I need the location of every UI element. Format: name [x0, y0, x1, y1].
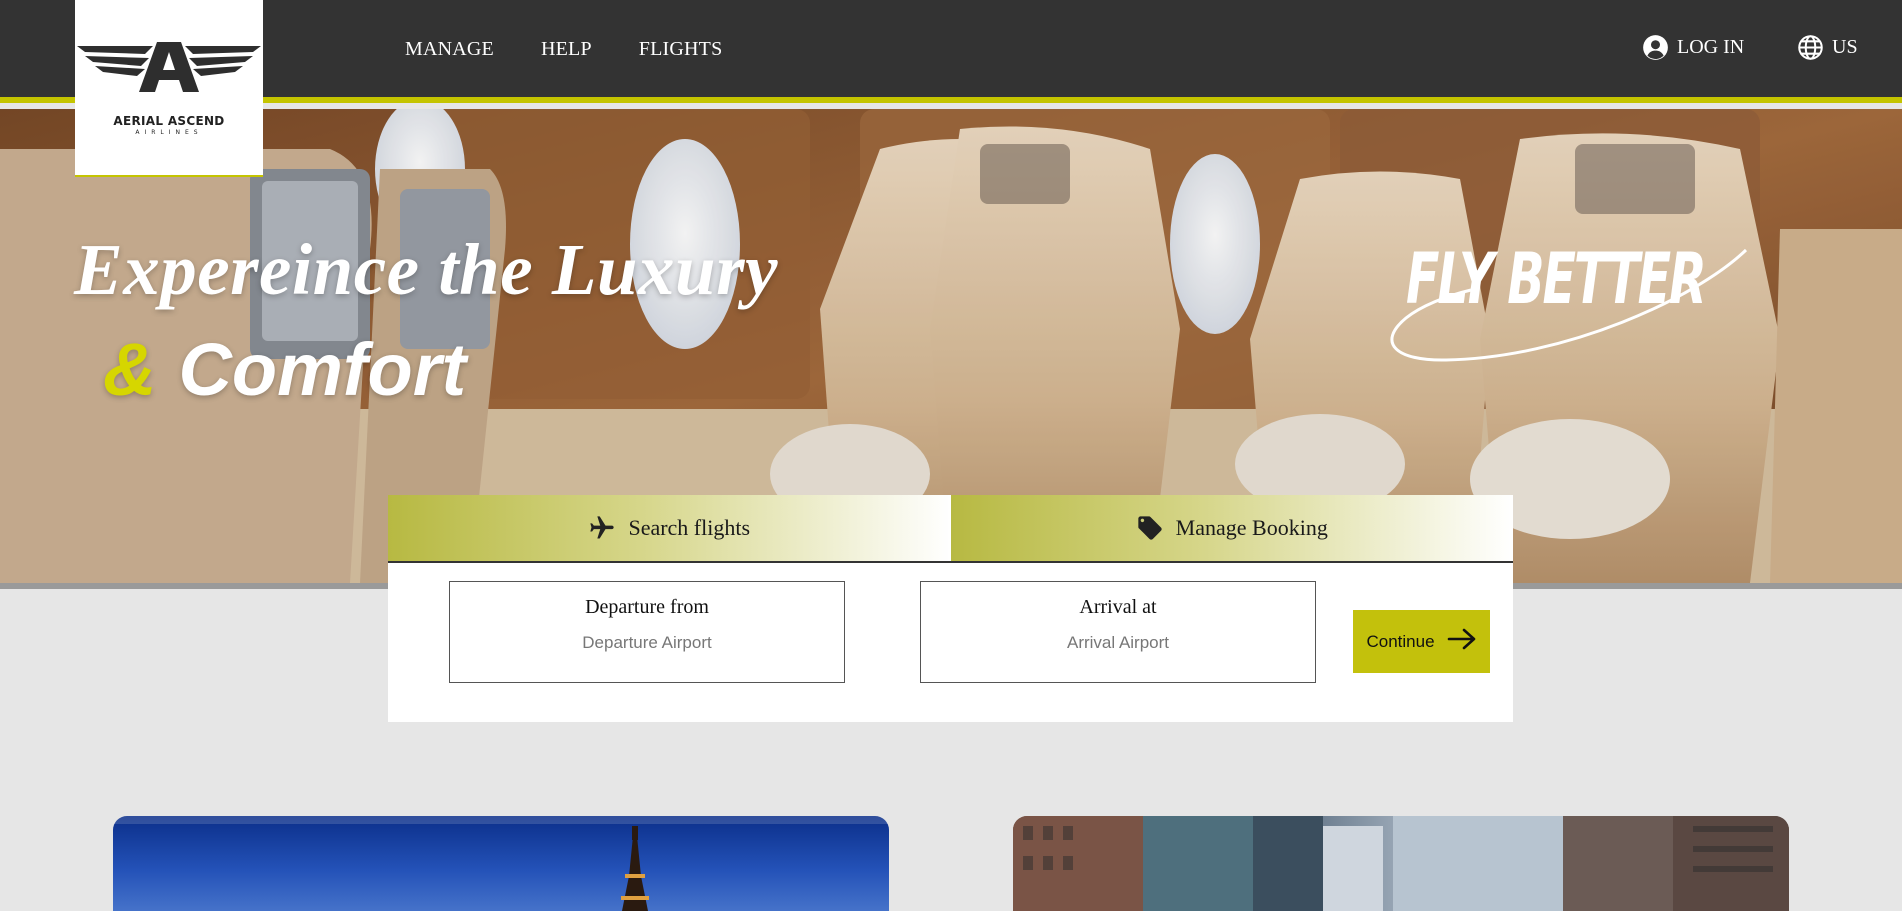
- logo-wordmark: AERIAL ASCEND: [113, 114, 225, 128]
- arrival-field[interactable]: Arrival at Arrival Airport: [920, 581, 1316, 683]
- nav-link-help[interactable]: HELP: [541, 38, 592, 61]
- continue-button[interactable]: Continue: [1353, 610, 1490, 673]
- fly-better-tagline: FLY BETTER: [1376, 238, 1756, 373]
- logo-subtitle: AIRLINES: [135, 129, 203, 136]
- hero-headline: Expereince the Luxury: [74, 229, 778, 310]
- eiffel-tower-image: [113, 816, 889, 911]
- ampersand: &: [103, 328, 157, 411]
- destination-card-city[interactable]: [1013, 816, 1789, 911]
- departure-label: Departure from: [585, 596, 709, 618]
- nav-link-manage[interactable]: MANAGE: [405, 38, 494, 61]
- tagline-text: FLY BETTER: [1406, 238, 1707, 320]
- continue-label: Continue: [1366, 631, 1435, 651]
- tag-icon: [1136, 514, 1164, 542]
- locale-selector[interactable]: US: [1797, 34, 1858, 61]
- login-button[interactable]: LOG IN: [1642, 34, 1744, 61]
- user-circle-icon: [1642, 34, 1669, 61]
- top-navigation-bar: MANAGE HELP FLIGHTS LOG IN US: [0, 0, 1902, 103]
- flight-search-panel: Departure from Departure Airport Arrival…: [388, 563, 1513, 722]
- arrival-label: Arrival at: [1079, 596, 1157, 618]
- arrival-input[interactable]: Arrival Airport: [921, 633, 1315, 653]
- login-label: LOG IN: [1677, 36, 1745, 58]
- tab-search-flights[interactable]: Search flights: [388, 495, 951, 561]
- hero-subheadline-word: Comfort: [178, 328, 467, 411]
- nav-link-flights[interactable]: FLIGHTS: [639, 38, 723, 61]
- booking-tabs: Search flights Manage Booking: [388, 495, 1513, 563]
- city-skyline-image: [1013, 816, 1789, 911]
- tab-manage-booking[interactable]: Manage Booking: [950, 495, 1513, 561]
- winged-a-logo-icon: [77, 42, 261, 92]
- departure-input[interactable]: Departure Airport: [450, 633, 844, 653]
- arrow-right-icon: [1447, 628, 1477, 655]
- nav-right-group: LOG IN US: [1642, 34, 1902, 64]
- airplane-icon: [588, 514, 616, 542]
- airline-logo[interactable]: AERIAL ASCEND AIRLINES: [75, 0, 263, 177]
- globe-icon: [1797, 34, 1824, 61]
- locale-label: US: [1832, 36, 1858, 58]
- tab-manage-booking-label: Manage Booking: [1175, 515, 1328, 540]
- main-nav: MANAGE HELP FLIGHTS: [405, 38, 722, 61]
- destination-card-paris[interactable]: [113, 816, 889, 911]
- hero-subheadline: & Comfort: [103, 327, 466, 412]
- tab-search-flights-label: Search flights: [628, 515, 751, 540]
- departure-field[interactable]: Departure from Departure Airport: [449, 581, 845, 683]
